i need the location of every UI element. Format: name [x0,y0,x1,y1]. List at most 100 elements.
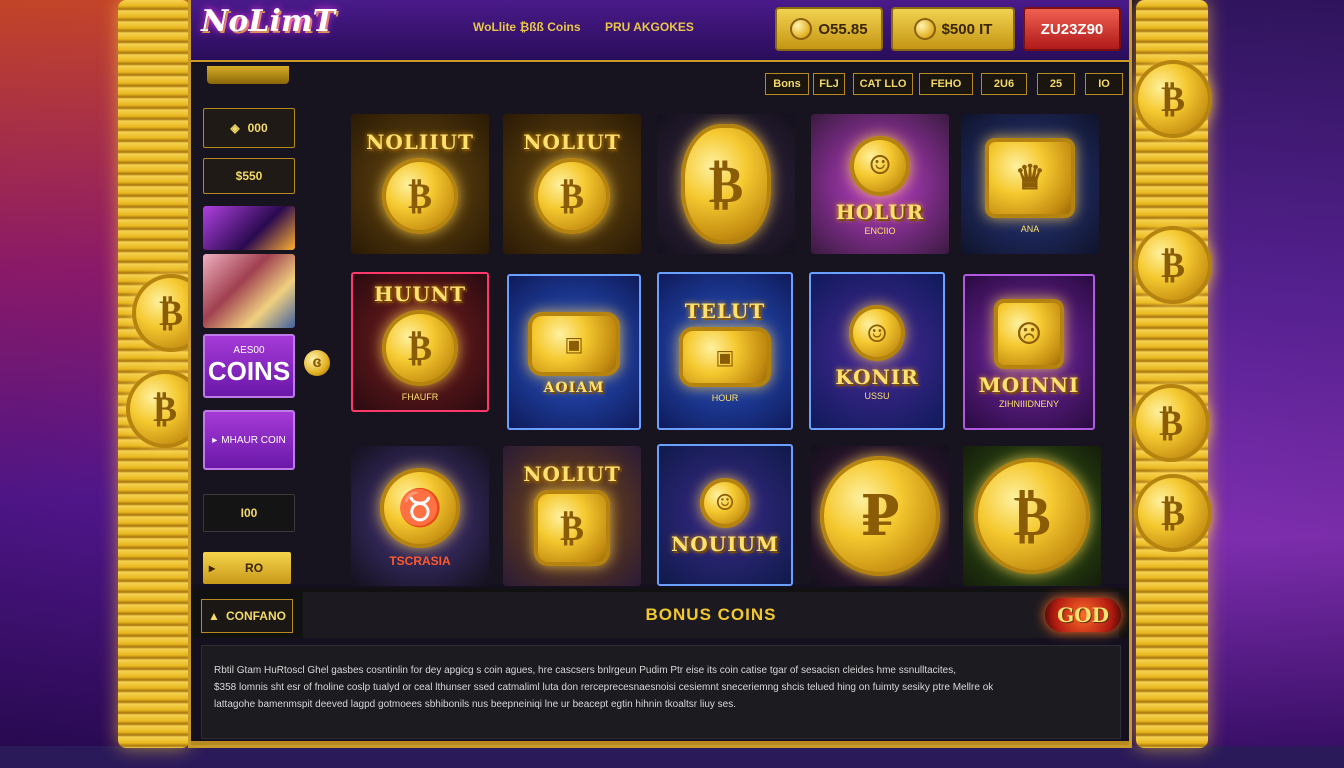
game-tile[interactable]: NOLIUT ₿ [503,446,641,586]
filter-tab[interactable]: Bons [765,73,809,95]
sidebar-item-label: I00 [240,506,258,520]
coins-card[interactable]: AES00 COINS [203,334,295,398]
description-line: $358 lomnis sht esr of fnoline coslp tua… [214,682,994,693]
coin-icon: ₿ [1134,226,1212,304]
arrow-icon: ▸ [209,561,216,575]
coin-icon [913,18,936,40]
game-tile[interactable]: ♉ TSCRASIA [351,446,489,586]
logo[interactable]: NoLimT [201,4,335,39]
sidebar-item-balance[interactable]: ◈ 000 [203,108,295,148]
coin-emblem-icon: ₿ [382,310,458,386]
description-line: Rbtil Gtam HuRtoscl Ghel gasbes cosntinl… [214,665,957,676]
game-tile[interactable]: ☺ NOUIUM [657,444,793,586]
bottom-divider [191,741,1129,745]
bull-icon: ♉ [380,468,460,548]
game-tile[interactable]: ♛ ANA [961,114,1099,254]
buy-value: $500 IT [941,20,993,38]
coin-emblem-icon: ₿ [534,158,610,234]
sidebar-tab[interactable] [207,66,289,84]
game-subtitle: USSU [864,391,890,401]
game-tile[interactable]: NOLIUT ₿ [503,114,641,254]
treasure-chest-icon: ▣ [679,327,771,387]
coin-icon: ₿ [1132,384,1210,462]
bonus-coin-card[interactable]: ▸ MHAUR COIN [203,410,295,470]
sidebar-item-price[interactable]: $550 [203,158,295,194]
arrow-icon: ▸ [212,434,218,446]
game-title: HOLUR [835,200,925,224]
game-tile[interactable]: ₿ [963,446,1101,586]
game-tile[interactable]: ☺ KONIR USSU [809,272,945,430]
filter-tab[interactable]: FEHO [919,73,973,95]
game-subtitle: ANA [1020,224,1040,234]
coin-emblem-icon: ₿ [382,158,458,234]
sidebar-item-label: $550 [235,169,263,183]
filter-tab[interactable]: 25 [1037,73,1075,95]
game-tile[interactable]: ☺ HOLUR ENCIIO [811,114,949,254]
filter-tab[interactable]: FLJ [813,73,845,95]
character-icon: ☺ [849,305,905,361]
coin-icon: ₿ [1134,60,1212,138]
game-subtitle: HOUR [711,393,739,403]
coin-icon [790,18,813,40]
game-title: HUUNT [374,282,466,306]
game-tile[interactable]: NOLIIUT ₿ [351,114,489,254]
filter-tab[interactable]: CAT LLO [853,73,913,95]
sidebar-item-label: RO [245,561,264,575]
coin-emblem-icon: ₽ [820,456,940,576]
account-button[interactable]: ZU23Z90 [1023,7,1121,51]
buy-button[interactable]: $500 IT [891,7,1015,51]
main-frame: NoLimT WoLlite ₿ßß Coins PRU AKGOKES O55… [188,0,1132,748]
treasure-chest-icon: ▣ [528,312,620,376]
sidebar-item-yellow[interactable]: ▸ RO [203,552,291,584]
filter-tab[interactable]: 2U6 [981,73,1027,95]
description-line: lattagohe bamenmspit deeved lagpd gotmoe… [214,699,737,710]
coin-arrow-icon[interactable]: ɞ [304,350,330,376]
balance-value: O55.85 [818,20,868,38]
game-tile[interactable]: HUUNT ₿ FHAUFR [351,272,489,412]
game-subtitle: TSCRASIA [389,554,451,568]
bonus-bar: ▲ CONFANO BONUS COINS GOD [191,588,1129,638]
top-bar: NoLimT WoLlite ₿ßß Coins PRU AKGOKES O55… [191,0,1129,62]
warning-icon: ▲ [208,609,220,623]
coin-icon: ₿ [1134,474,1212,552]
game-subtitle: ENCIIO [864,226,896,236]
game-subtitle: FHAUFR [401,392,439,402]
sidebar-item-label: 000 [247,121,268,135]
game-tile[interactable]: ₽ [811,446,949,586]
sidebar-item-dark[interactable]: I00 [203,494,295,532]
bottom-strip [0,746,1344,768]
character-icon: ☺ [700,478,750,528]
content-area: ◈ 000 $550 AES00 COINS ▸ MHAUR COIN I00 … [191,64,1129,586]
account-value: ZU23Z90 [1040,20,1104,38]
crown-icon: ♛ [985,138,1075,218]
game-title: NOLIIUT [366,130,474,154]
game-title: MOINNI [978,373,1080,397]
game-tile[interactable]: ☹ MOINNI ZIHNIIIDNENY [963,274,1095,430]
promo-image[interactable] [203,254,295,328]
bonus-coin-label: MHAUR COIN [221,434,286,446]
confirm-button[interactable]: ▲ CONFANO [201,599,293,633]
character-icon: ☺ [850,136,910,196]
coins-card-title: COINS [207,356,291,386]
game-tile[interactable]: TELUT ▣ HOUR [657,272,793,430]
gold-badge[interactable]: GOD [1045,598,1121,632]
game-tile[interactable]: ₿ [657,114,795,254]
game-title: NOLIUT [523,130,621,154]
coin-emblem-icon: ₿ [974,458,1090,574]
nav-link-packages[interactable]: PRU AKGOKES [605,20,694,34]
balance-button[interactable]: O55.85 [775,7,883,51]
game-subtitle: ZIHNIIIDNENY [998,399,1059,409]
confirm-label: CONFANO [225,609,286,623]
game-title: AOIAM [543,380,605,396]
bonus-title: BONUS COINS [303,592,1119,638]
game-tile[interactable]: ▣ AOIAM [507,274,641,430]
diamond-icon: ◈ [230,121,240,135]
promo-image[interactable] [203,206,295,250]
game-title: NOLIUT [523,462,621,486]
filter-tab[interactable]: IO [1085,73,1123,95]
nav-link-coins[interactable]: WoLlite ₿ßß Coins [473,20,581,34]
game-title: KONIR [835,365,919,389]
description-box: Rbtil Gtam HuRtoscl Ghel gasbes cosntinl… [201,645,1121,739]
game-title: NOUIUM [670,532,780,556]
coin-emblem-icon: ₿ [681,124,771,244]
